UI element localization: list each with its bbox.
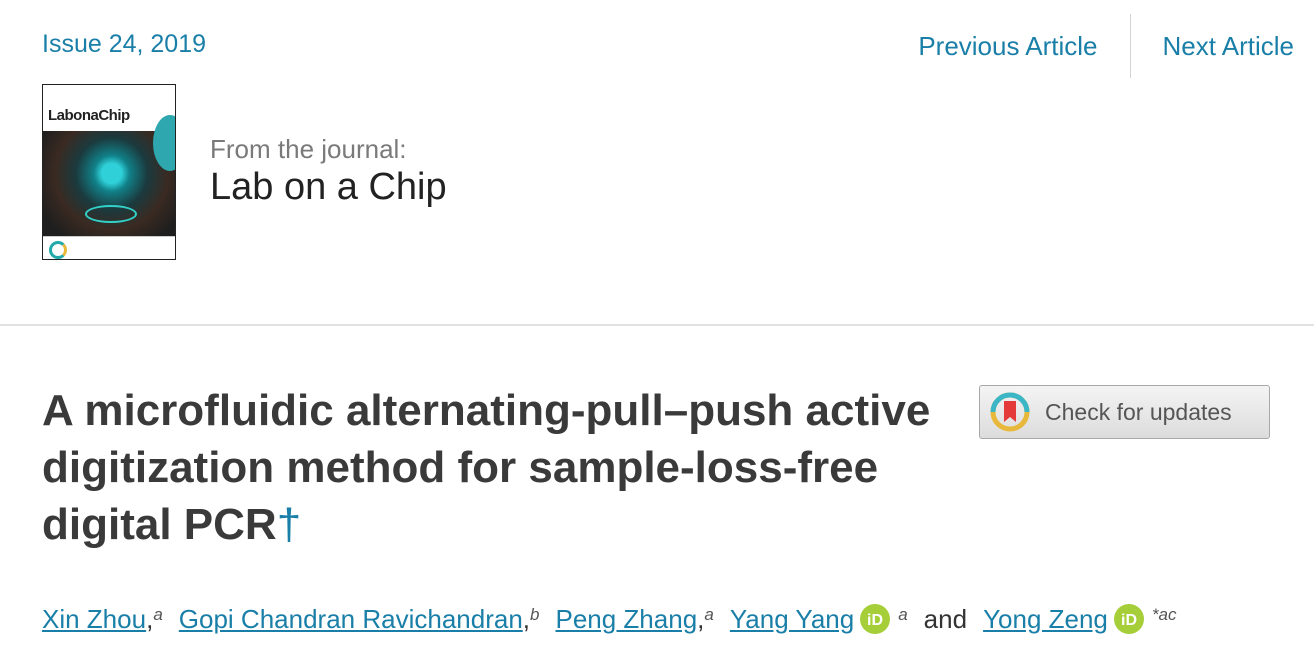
section-divider [0,324,1314,326]
author-affiliation: a [704,605,714,624]
author-affiliation: a [153,605,163,624]
author-link[interactable]: Yong Zeng [983,604,1108,635]
check-for-updates-button[interactable]: Check for updates [979,385,1270,439]
author-link[interactable]: Gopi Chandran Ravichandran [179,604,523,635]
orcid-icon[interactable]: iD [1113,604,1144,634]
author-link[interactable]: Xin Zhou [42,604,146,635]
author-affiliation: a [898,605,908,624]
svg-text:iD: iD [1121,612,1137,629]
crossmark-icon [990,392,1030,432]
author-conjunction: and [923,604,968,634]
author-affiliation: *ac [1151,605,1177,624]
svg-text:iD: iD [867,612,883,629]
nav-divider [1129,14,1131,78]
article-title: A microfluidic alternating-pull–push act… [42,382,942,553]
next-article-link[interactable]: Next Article [1163,31,1295,62]
author-list: Xin Zhou, a Gopi Chandran Ravichandran, b … [42,604,1177,635]
cover-art [43,115,175,237]
article-nav: Previous Article Next Article [918,14,1294,78]
journal-cover-image[interactable]: LabonaChip [42,84,176,260]
author-link[interactable]: Yang Yang [730,604,854,635]
footnote-dagger-link[interactable]: † [277,500,301,549]
cover-footer [43,236,175,259]
journal-name: Lab on a Chip [210,166,447,208]
author-link[interactable]: Peng Zhang [555,604,697,635]
article-title-text: A microfluidic alternating-pull–push act… [42,386,931,549]
issue-link[interactable]: Issue 24, 2019 [42,30,206,59]
cover-title: LabonaChip [48,107,130,124]
author-affiliation: b [530,605,540,624]
check-for-updates-label: Check for updates [1045,398,1232,425]
previous-article-link[interactable]: Previous Article [918,31,1097,62]
orcid-icon[interactable]: iD [860,604,891,634]
publisher-logo-icon [49,241,67,259]
from-journal-label: From the journal: [210,134,407,164]
